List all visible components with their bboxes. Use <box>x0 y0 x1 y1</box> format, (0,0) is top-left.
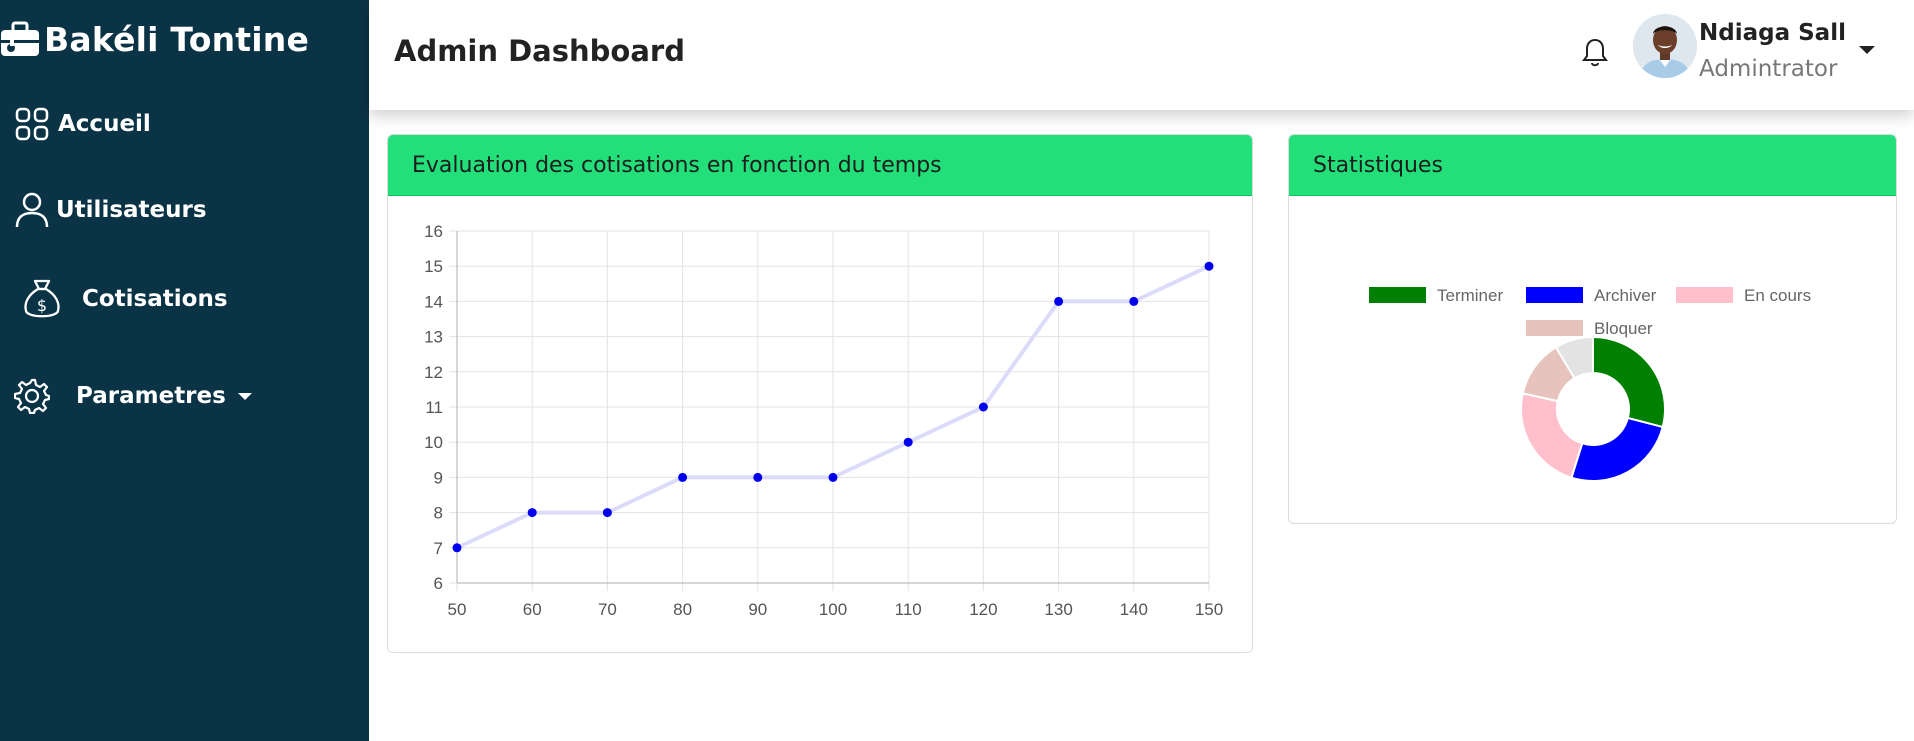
x-tick-label: 80 <box>673 600 692 619</box>
x-tick-label: 70 <box>598 600 617 619</box>
data-point <box>1054 296 1064 306</box>
y-tick-label: 15 <box>424 257 443 276</box>
sidebar-item-utilisateurs[interactable]: Utilisateurs <box>14 191 207 229</box>
sidebar-item-accueil[interactable]: Accueil <box>14 106 151 142</box>
brand[interactable]: Bakéli Tontine <box>0 14 309 64</box>
y-tick-label: 8 <box>434 504 443 523</box>
chevron-down-icon[interactable] <box>1859 46 1875 54</box>
y-tick-label: 13 <box>424 328 443 347</box>
brand-name: Bakéli Tontine <box>44 19 310 59</box>
user-icon <box>15 192 49 228</box>
data-point <box>1129 296 1139 306</box>
data-point <box>678 472 688 482</box>
y-tick-label: 16 <box>424 222 443 241</box>
x-tick-label: 90 <box>748 600 767 619</box>
x-tick-label: 150 <box>1195 600 1223 619</box>
x-tick-label: 50 <box>448 600 467 619</box>
grid-icon <box>15 107 49 141</box>
data-point <box>527 508 537 518</box>
donut-slice <box>1520 392 1584 479</box>
avatar-image <box>1633 14 1697 78</box>
user-name: Ndiaga Sall <box>1699 20 1846 46</box>
contributions-chart-card: Evaluation des cotisations en fonction d… <box>387 134 1253 653</box>
data-point <box>452 543 462 553</box>
y-tick-label: 11 <box>425 398 443 417</box>
sidebar-item-parametres[interactable]: Parametres <box>14 378 252 414</box>
line-chart: 6 7 8 9 10 11 12 13 14 15 16 50 60 70 80 90 100 110 120 130… <box>424 222 1223 619</box>
donut-slice <box>1570 416 1664 482</box>
top-bar: Admin Dashboard Ndiaga Sall Admintrator <box>369 0 1914 110</box>
x-tick-label: 130 <box>1044 600 1072 619</box>
user-role: Admintrator <box>1699 56 1838 82</box>
x-tick-label: 100 <box>819 600 847 619</box>
page-title: Admin Dashboard <box>394 34 685 68</box>
data-point <box>753 472 763 482</box>
x-tick-label: 140 <box>1120 600 1148 619</box>
x-tick-label: 110 <box>895 600 922 619</box>
sidebar-item-label: Accueil <box>58 111 151 137</box>
legend-swatch <box>1676 287 1733 303</box>
legend-label: Archiver <box>1594 286 1657 305</box>
y-tick-label: 14 <box>424 292 443 311</box>
legend-label: En cours <box>1744 286 1811 305</box>
data-point <box>978 402 988 412</box>
donut-slice <box>1592 335 1666 429</box>
y-tick-label: 10 <box>424 433 443 452</box>
sidebar-item-label: Parametres <box>76 383 226 409</box>
svg-text:$: $ <box>37 296 47 315</box>
data-point <box>1204 261 1214 271</box>
data-point <box>828 472 838 482</box>
briefcase-icon <box>1 21 39 56</box>
legend-swatch <box>1526 320 1583 336</box>
legend-label: Terminer <box>1437 286 1503 305</box>
avatar[interactable] <box>1633 14 1697 78</box>
data-point <box>903 437 913 447</box>
y-tick-label: 7 <box>434 539 443 558</box>
y-tick-label: 12 <box>424 363 443 382</box>
y-tick-label: 6 <box>434 574 443 593</box>
data-point <box>602 508 612 518</box>
bell-icon[interactable] <box>1582 37 1608 67</box>
legend-swatch <box>1369 287 1426 303</box>
y-tick-label: 9 <box>434 468 443 487</box>
chevron-down-icon <box>237 392 252 400</box>
sidebar-item-cotisations[interactable]: $ Cotisations <box>14 277 228 321</box>
x-tick-label: 120 <box>969 600 997 619</box>
legend-swatch <box>1526 287 1583 303</box>
money-bag-icon: $ <box>24 279 60 318</box>
sidebar: Bakéli Tontine Accueil Utilisateurs $ Co… <box>0 0 369 741</box>
gear-icon <box>14 378 50 414</box>
sidebar-item-label: Utilisateurs <box>56 197 207 223</box>
sidebar-item-label: Cotisations <box>82 286 228 312</box>
statistics-card: Statistiques Terminer Archiver En cours Blo… <box>1288 134 1897 524</box>
x-tick-label: 60 <box>523 600 542 619</box>
legend-label: Bloquer <box>1594 319 1653 338</box>
donut-chart: Terminer Archiver En cours Bloquer <box>1369 286 1811 482</box>
